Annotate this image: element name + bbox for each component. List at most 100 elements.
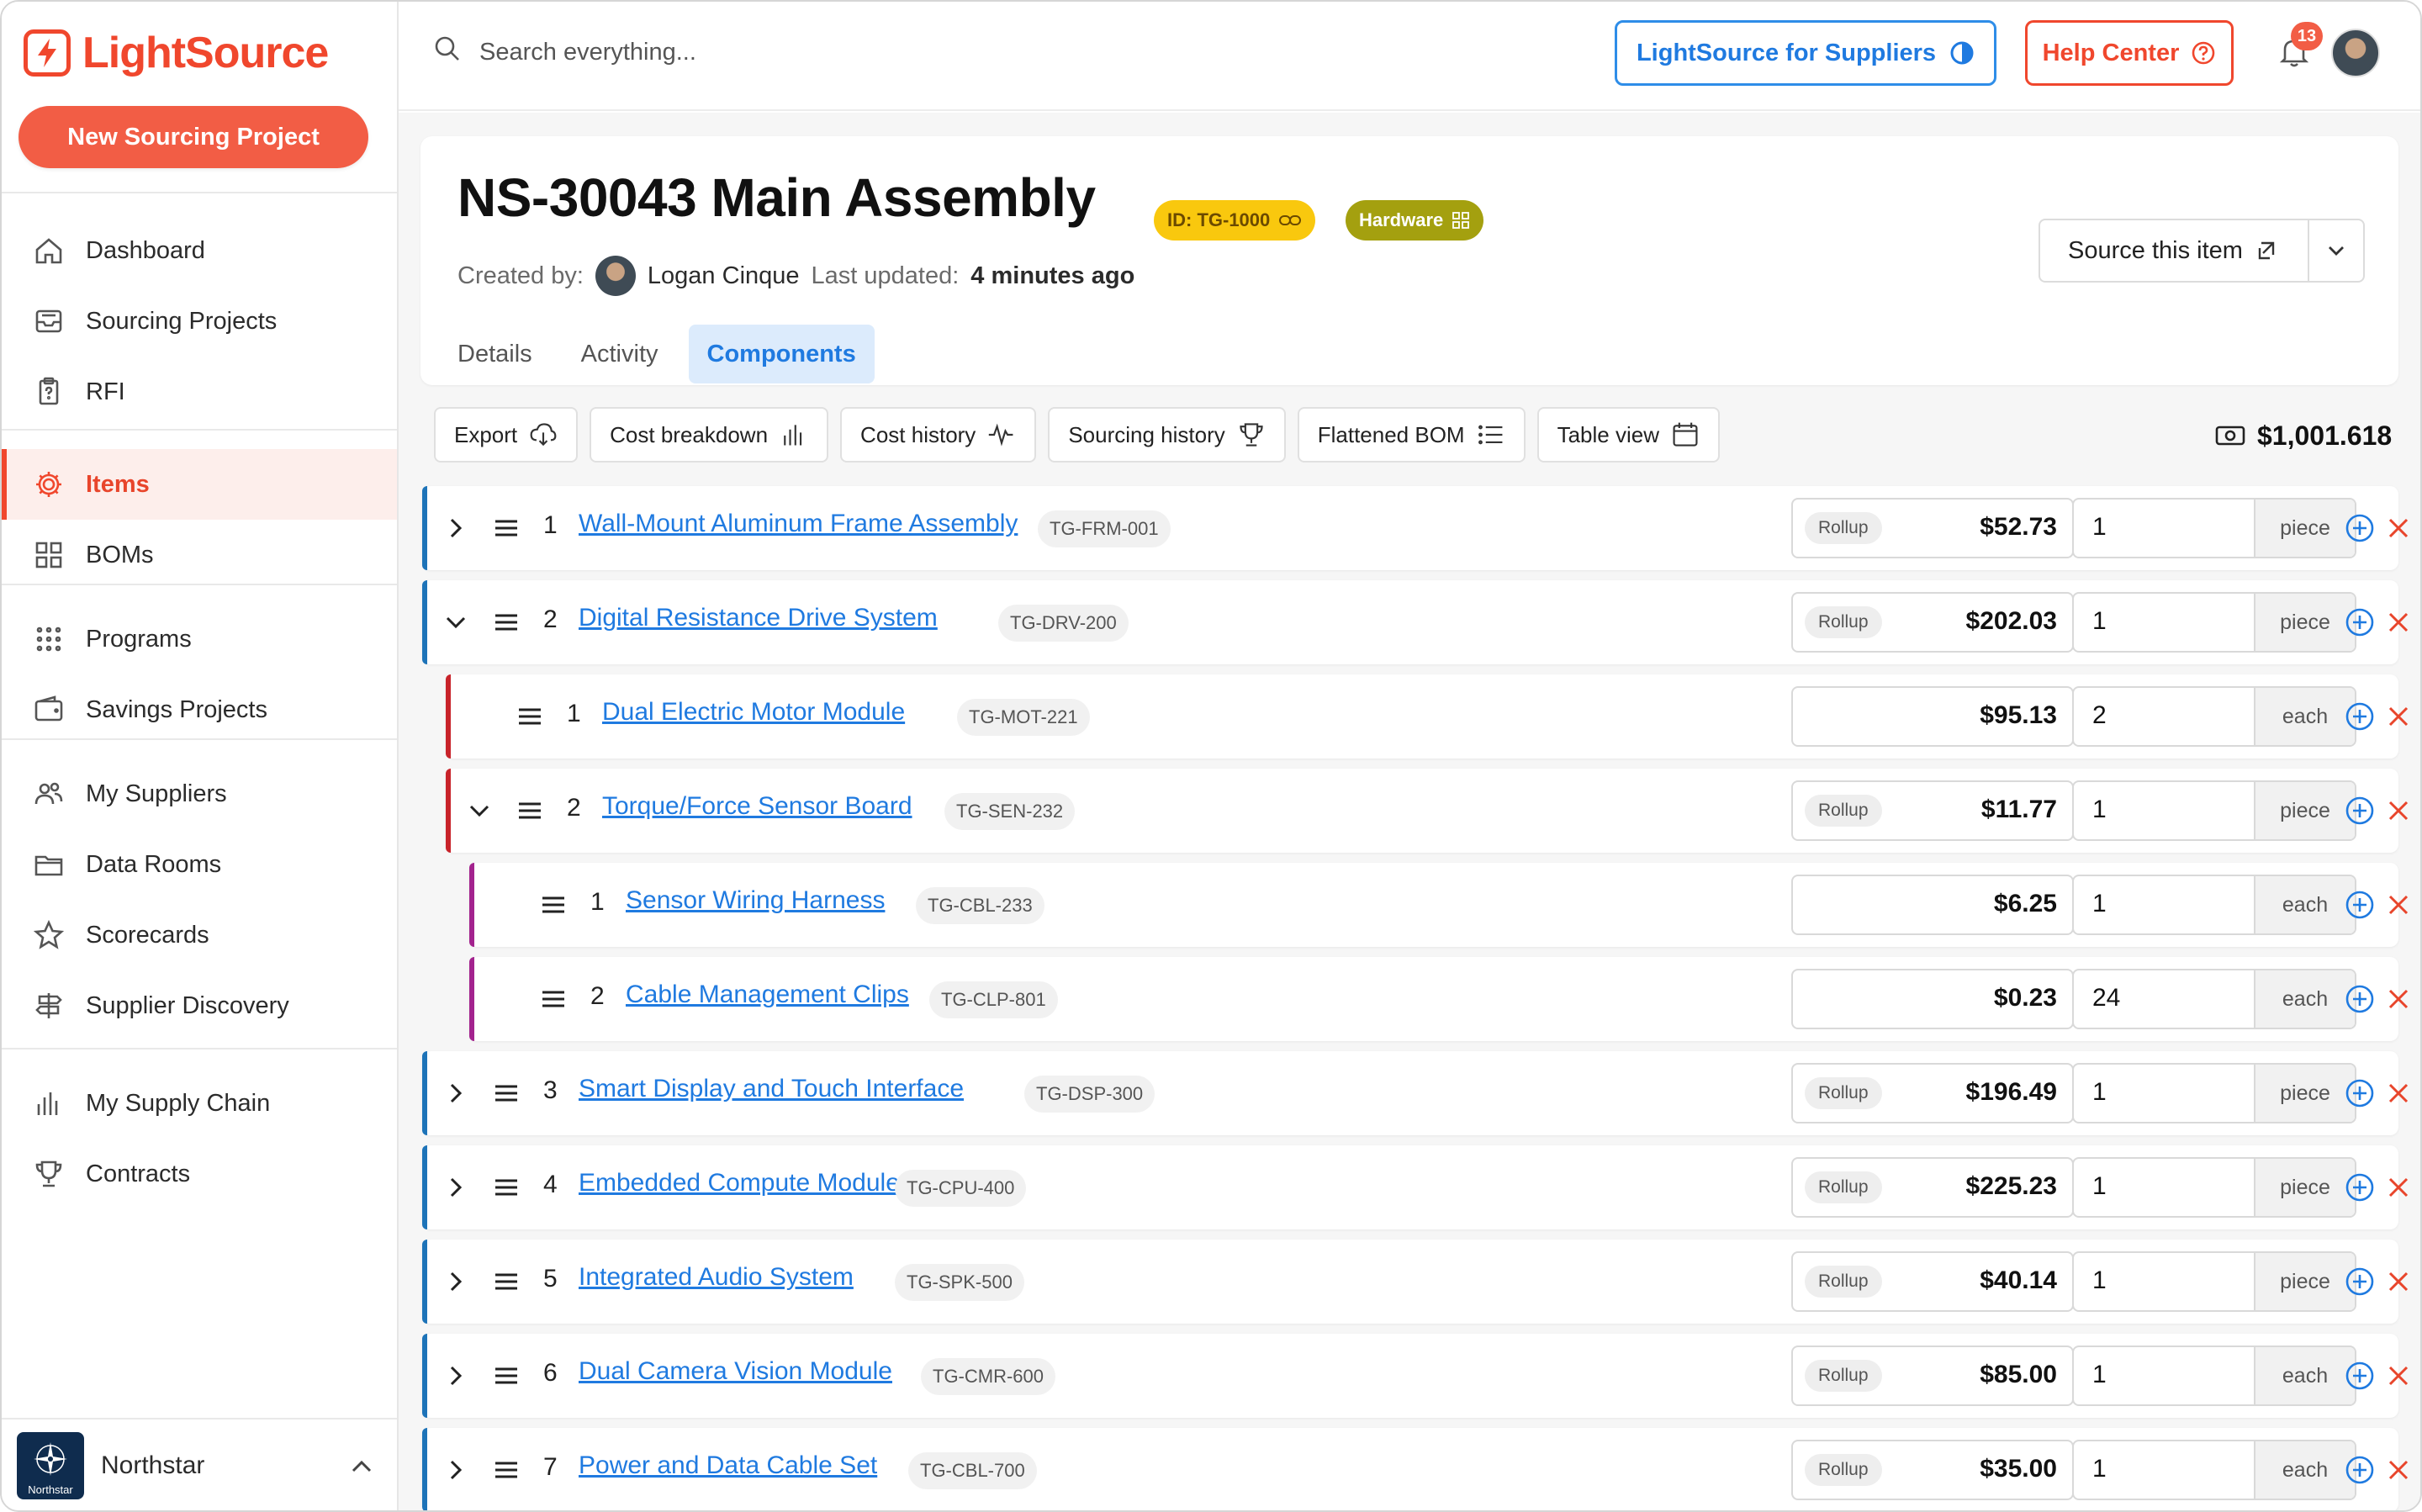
unit-select[interactable]: each — [2254, 970, 2355, 1028]
search-input[interactable] — [479, 27, 984, 77]
unit-select[interactable]: each — [2254, 876, 2355, 933]
quantity-field[interactable]: 1 piece — [2072, 1063, 2356, 1123]
cost-breakdown-button[interactable]: Cost breakdown — [590, 407, 829, 463]
add-circle-icon[interactable] — [2345, 1078, 2375, 1108]
component-link[interactable]: Cable Management Clips — [626, 981, 909, 1009]
remove-x-icon[interactable] — [2385, 986, 2412, 1012]
drag-handle-icon[interactable] — [540, 895, 567, 915]
add-circle-icon[interactable] — [2345, 701, 2375, 732]
component-link[interactable]: Dual Electric Motor Module — [602, 698, 905, 727]
quantity-field[interactable]: 1 piece — [2072, 780, 2356, 841]
org-switcher[interactable]: Northstar Northstar — [2, 1418, 397, 1510]
help-center-button[interactable]: Help Center — [2025, 20, 2234, 86]
add-circle-icon[interactable] — [2345, 1172, 2375, 1203]
unit-select[interactable]: piece — [2254, 594, 2355, 651]
cost-field[interactable]: Rollup $11.77 — [1791, 780, 2074, 841]
component-link[interactable]: Dual Camera Vision Module — [579, 1357, 892, 1386]
sidebar-item-supplier-discovery[interactable]: Supplier Discovery — [2, 970, 397, 1041]
sidebar-item-my-suppliers[interactable]: My Suppliers — [2, 759, 397, 829]
sidebar-item-boms[interactable]: BOMs — [2, 520, 397, 590]
drag-handle-icon[interactable] — [493, 612, 520, 632]
component-link[interactable]: Sensor Wiring Harness — [626, 886, 885, 915]
chevron-right-icon[interactable] — [442, 1174, 469, 1201]
drag-handle-icon[interactable] — [540, 989, 567, 1009]
quantity-field[interactable]: 1 each — [2072, 1345, 2356, 1406]
tab-activity[interactable]: Activity — [563, 325, 677, 383]
tab-components[interactable]: Components — [688, 325, 875, 383]
remove-x-icon[interactable] — [2385, 1080, 2412, 1107]
component-link[interactable]: Integrated Audio System — [579, 1263, 854, 1292]
sidebar-item-rfi[interactable]: RFI — [2, 357, 397, 427]
add-circle-icon[interactable] — [2345, 1361, 2375, 1391]
quantity-field[interactable]: 1 piece — [2072, 498, 2356, 558]
user-avatar[interactable] — [2331, 29, 2380, 77]
remove-x-icon[interactable] — [2385, 703, 2412, 730]
cost-field[interactable]: Rollup $85.00 — [1791, 1345, 2074, 1406]
add-circle-icon[interactable] — [2345, 890, 2375, 920]
remove-x-icon[interactable] — [2385, 1456, 2412, 1483]
component-link[interactable]: Power and Data Cable Set — [579, 1451, 877, 1480]
drag-handle-icon[interactable] — [516, 706, 543, 727]
remove-x-icon[interactable] — [2385, 515, 2412, 542]
sidebar-item-dashboard[interactable]: Dashboard — [2, 215, 397, 286]
unit-select[interactable]: piece — [2254, 500, 2355, 557]
item-id-badge[interactable]: ID: TG-1000 — [1154, 200, 1316, 241]
add-circle-icon[interactable] — [2345, 796, 2375, 826]
cost-field[interactable]: Rollup $202.03 — [1791, 592, 2074, 653]
quantity-field[interactable]: 24 each — [2072, 969, 2356, 1029]
tab-details[interactable]: Details — [439, 325, 551, 383]
category-badge[interactable]: Hardware — [1346, 200, 1484, 241]
lightsource-for-suppliers-button[interactable]: LightSource for Suppliers — [1615, 20, 1996, 86]
unit-select[interactable]: piece — [2254, 782, 2355, 839]
cost-field[interactable]: $95.13 — [1791, 686, 2074, 747]
quantity-field[interactable]: 1 each — [2072, 875, 2356, 935]
add-circle-icon[interactable] — [2345, 1455, 2375, 1485]
cost-field[interactable]: Rollup $35.00 — [1791, 1440, 2074, 1500]
new-sourcing-project-button[interactable]: New Sourcing Project — [19, 106, 368, 168]
cost-field[interactable]: Rollup $196.49 — [1791, 1063, 2074, 1123]
unit-select[interactable]: each — [2254, 688, 2355, 745]
drag-handle-icon[interactable] — [493, 1460, 520, 1480]
sourcing-history-button[interactable]: Sourcing history — [1048, 407, 1286, 463]
add-circle-icon[interactable] — [2345, 984, 2375, 1014]
remove-x-icon[interactable] — [2385, 797, 2412, 824]
source-options-dropdown[interactable] — [2308, 219, 2365, 283]
unit-select[interactable]: piece — [2254, 1065, 2355, 1122]
quantity-field[interactable]: 1 piece — [2072, 1157, 2356, 1218]
cost-field[interactable]: Rollup $225.23 — [1791, 1157, 2074, 1218]
unit-select[interactable]: each — [2254, 1441, 2355, 1499]
source-this-item-button[interactable]: Source this item — [2039, 219, 2308, 283]
cost-field[interactable]: $6.25 — [1791, 875, 2074, 935]
remove-x-icon[interactable] — [2385, 1362, 2412, 1389]
sidebar-item-items[interactable]: Items — [2, 449, 397, 520]
quantity-field[interactable]: 1 piece — [2072, 1251, 2356, 1312]
component-link[interactable]: Smart Display and Touch Interface — [579, 1075, 964, 1103]
unit-select[interactable]: piece — [2254, 1253, 2355, 1310]
chevron-right-icon[interactable] — [442, 515, 469, 542]
export-button[interactable]: Export — [434, 407, 579, 463]
chevron-right-icon[interactable] — [442, 1080, 469, 1107]
drag-handle-icon[interactable] — [516, 801, 543, 821]
table-view-button[interactable]: Table view — [1536, 407, 1720, 463]
sidebar-item-programs[interactable]: Programs — [2, 604, 397, 674]
component-link[interactable]: Torque/Force Sensor Board — [602, 792, 912, 821]
cost-field[interactable]: Rollup $52.73 — [1791, 498, 2074, 558]
cost-history-button[interactable]: Cost history — [840, 407, 1037, 463]
chevron-right-icon[interactable] — [442, 1362, 469, 1389]
drag-handle-icon[interactable] — [493, 1366, 520, 1386]
cost-field[interactable]: $0.23 — [1791, 969, 2074, 1029]
sidebar-item-contracts[interactable]: Contracts — [2, 1139, 397, 1209]
chevron-up-icon[interactable] — [348, 1453, 375, 1480]
sidebar-item-my-supply-chain[interactable]: My Supply Chain — [2, 1068, 397, 1139]
remove-x-icon[interactable] — [2385, 1268, 2412, 1295]
cost-field[interactable]: Rollup $40.14 — [1791, 1251, 2074, 1312]
sidebar-item-data-rooms[interactable]: Data Rooms — [2, 829, 397, 900]
sidebar-item-savings-projects[interactable]: Savings Projects — [2, 674, 397, 745]
unit-select[interactable]: each — [2254, 1347, 2355, 1404]
app-logo[interactable]: LightSource — [24, 24, 329, 82]
remove-x-icon[interactable] — [2385, 1174, 2412, 1201]
chevron-right-icon[interactable] — [442, 1268, 469, 1295]
add-circle-icon[interactable] — [2345, 513, 2375, 543]
chevron-right-icon[interactable] — [442, 1456, 469, 1483]
unit-select[interactable]: piece — [2254, 1159, 2355, 1216]
